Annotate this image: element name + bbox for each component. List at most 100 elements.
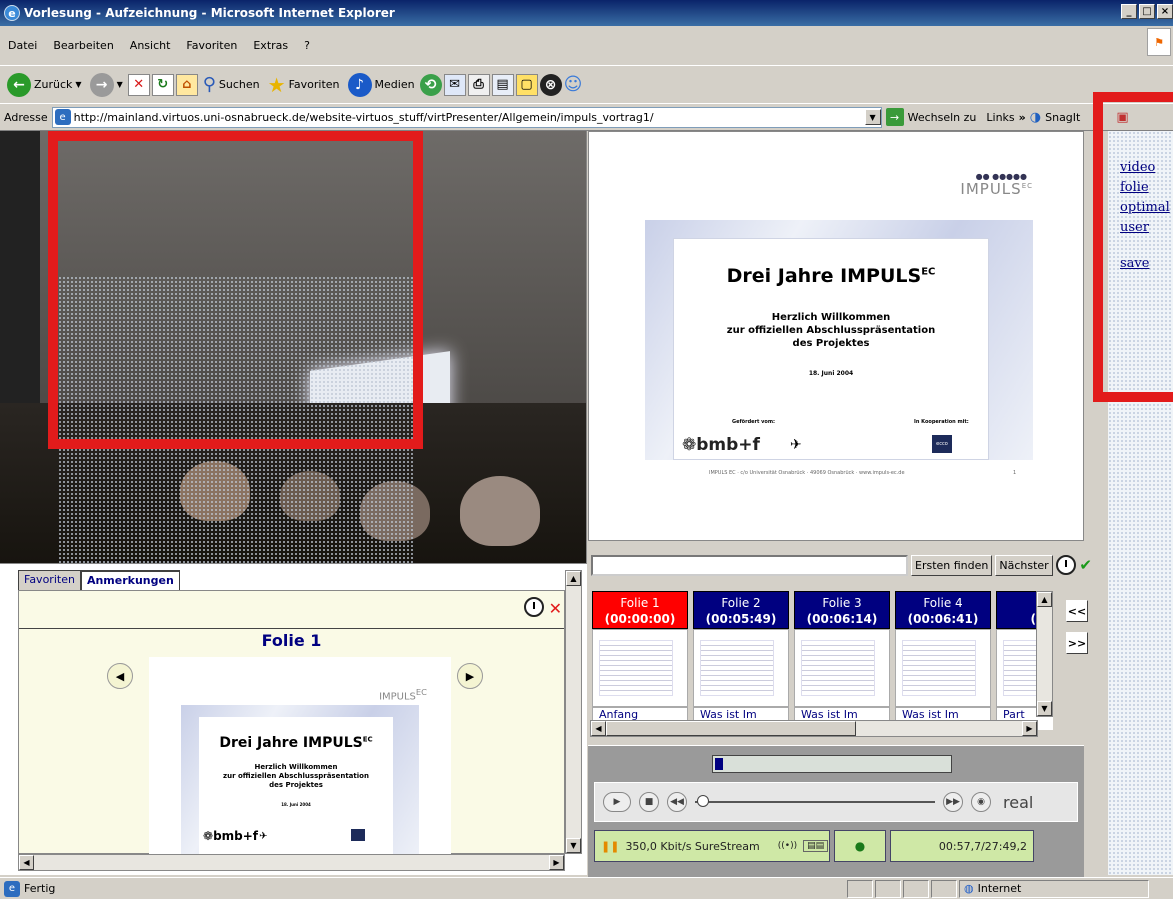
- notes-horizontal-scrollbar[interactable]: ◀ ▶: [18, 854, 565, 871]
- thumbnail-header[interactable]: Folie 1 (00:00:00): [592, 591, 688, 629]
- menu-tools[interactable]: Extras: [245, 39, 296, 52]
- menu-help[interactable]: ?: [296, 39, 318, 52]
- thumbnails-vertical-scrollbar[interactable]: ▲ ▼: [1036, 591, 1053, 717]
- prev-arrow-icon[interactable]: ◀: [107, 663, 133, 689]
- buffer-progress-bar[interactable]: [712, 755, 952, 773]
- clip-info-icon[interactable]: ▤▤: [803, 840, 829, 852]
- find-first-button[interactable]: Ersten finden: [911, 554, 993, 576]
- discuss-icon[interactable]: ▢: [515, 73, 538, 96]
- next-arrow-icon[interactable]: ▶: [457, 663, 483, 689]
- thumbnail-header[interactable]: Folie 3 (00:06:14): [794, 591, 890, 629]
- volume-icon[interactable]: ◉: [971, 792, 991, 812]
- slider-thumb[interactable]: [697, 795, 709, 807]
- thumbnail-header[interactable]: Folie 2 (00:05:49): [693, 591, 789, 629]
- rewind-icon[interactable]: ◀◀: [667, 792, 687, 812]
- menu-edit[interactable]: Bearbeiten: [45, 39, 121, 52]
- annotation-slide-preview: IMPULSEC Drei Jahre IMPULSEC Herzlich Wi…: [149, 657, 451, 855]
- edit-icon[interactable]: ▤: [491, 73, 514, 96]
- links-chevron[interactable]: »: [1019, 111, 1026, 124]
- snagit-icon[interactable]: ◑: [1030, 110, 1041, 125]
- refresh-icon[interactable]: ↻: [151, 73, 174, 96]
- favorites-button[interactable]: ★ Favoriten: [265, 71, 343, 99]
- search-row: Ersten finden Nächster ✔: [588, 551, 1108, 579]
- mail-icon[interactable]: ✉: [443, 73, 466, 96]
- slide-page-number: 1: [1013, 470, 1017, 476]
- back-button[interactable]: ← Zurück ▼: [4, 71, 85, 99]
- thumbnail-item[interactable]: Folie 3 (00:06:14) Was ist Im: [794, 591, 890, 730]
- scroll-left-arrow-icon[interactable]: ◀: [591, 721, 606, 736]
- clock-icon[interactable]: [524, 597, 544, 617]
- status-text: Fertig: [24, 882, 56, 895]
- find-next-button[interactable]: Nächster: [995, 554, 1054, 576]
- back-dropdown-icon[interactable]: ▼: [75, 80, 81, 89]
- thumbnail-item[interactable]: Folie 4 (00:06:41) Was ist Im: [895, 591, 991, 730]
- globe-icon: ◍: [964, 882, 974, 895]
- zone-cell: ◍ Internet: [959, 879, 1149, 898]
- menu-favorites[interactable]: Favoriten: [178, 39, 245, 52]
- menu-file[interactable]: Datei: [0, 39, 45, 52]
- print-icon[interactable]: ⎙: [467, 73, 490, 96]
- thumbnails-horizontal-scrollbar[interactable]: ◀ ▶: [590, 720, 1038, 737]
- snagit-button[interactable]: SnagIt: [1045, 111, 1080, 124]
- search-button[interactable]: ⚲ Suchen: [200, 72, 263, 97]
- address-dropdown-icon[interactable]: ▼: [864, 109, 881, 125]
- notes-vertical-scrollbar[interactable]: ▲ ▼: [565, 570, 582, 854]
- address-url[interactable]: http://mainland.virtuos.uni-osnabrueck.d…: [74, 111, 654, 124]
- highlight-frame-links: [1093, 92, 1173, 402]
- home-icon[interactable]: ⌂: [175, 73, 198, 96]
- slide-display: ●● ●●●●● IMPULSEC Drei Jahre IMPULSEC He…: [588, 131, 1084, 541]
- go-button[interactable]: Wechseln zu: [908, 111, 977, 124]
- go-arrow-icon[interactable]: →: [885, 108, 904, 126]
- close-button[interactable]: ×: [1157, 4, 1173, 19]
- thumbnail-item[interactable]: Folie 1 (00:00:00) Anfang: [592, 591, 688, 730]
- research-icon[interactable]: ⊗: [539, 73, 562, 96]
- audience-head: [460, 476, 540, 546]
- prev-slide-button[interactable]: <<: [1066, 600, 1088, 622]
- position-slider[interactable]: [695, 795, 935, 807]
- tab-favorites[interactable]: Favoriten: [18, 570, 81, 590]
- time-display: 00:57,7/27:49,2: [890, 830, 1034, 862]
- play-icon[interactable]: ▶: [603, 792, 631, 812]
- window-titlebar[interactable]: e Vorlesung - Aufzeichnung - Microsoft I…: [0, 0, 1173, 26]
- status-dot-icon: ●: [854, 839, 866, 853]
- thumbnail-item[interactable]: Folie 2 (00:05:49) Was ist Im: [693, 591, 789, 730]
- thumbnail-image[interactable]: [693, 629, 789, 707]
- thumbnail-image[interactable]: [592, 629, 688, 707]
- thumbnail-image[interactable]: [895, 629, 991, 707]
- maximize-button[interactable]: □: [1139, 4, 1155, 19]
- history-icon[interactable]: ⟲: [419, 73, 442, 96]
- close-annotation-icon[interactable]: ✕: [549, 599, 562, 618]
- slide-search-input[interactable]: [591, 554, 908, 576]
- scroll-right-arrow-icon[interactable]: ▶: [1022, 721, 1037, 736]
- search-icon: ⚲: [202, 74, 216, 95]
- forward-dropdown-icon[interactable]: ▼: [117, 80, 123, 89]
- thumbnail-header[interactable]: Folie 4 (00:06:41): [895, 591, 991, 629]
- media-button[interactable]: ♪ Medien: [345, 71, 418, 99]
- clock-icon[interactable]: [1056, 555, 1077, 575]
- page-icon: e: [54, 109, 71, 125]
- scroll-down-arrow-icon[interactable]: ▼: [566, 838, 581, 853]
- minimize-button[interactable]: _: [1121, 4, 1137, 19]
- scroll-down-arrow-icon[interactable]: ▼: [1037, 701, 1052, 716]
- messenger-icon[interactable]: ☺: [564, 74, 583, 95]
- fast-forward-icon[interactable]: ▶▶: [943, 792, 963, 812]
- mini-slide-title: Drei Jahre IMPULSEC: [219, 735, 373, 751]
- check-icon[interactable]: ✔: [1079, 556, 1092, 574]
- menu-view[interactable]: Ansicht: [122, 39, 179, 52]
- star-icon: ★: [267, 72, 286, 97]
- thumbnail-image[interactable]: [794, 629, 890, 707]
- menu-bar: Datei Bearbeiten Ansicht Favoriten Extra…: [0, 26, 1173, 66]
- forward-button[interactable]: → ▼: [87, 71, 126, 99]
- stop-icon[interactable]: ✕: [127, 73, 150, 96]
- media-label: Medien: [374, 78, 415, 91]
- scroll-up-arrow-icon[interactable]: ▲: [566, 571, 581, 586]
- stop-playback-icon[interactable]: ■: [639, 792, 659, 812]
- scroll-up-arrow-icon[interactable]: ▲: [1037, 592, 1052, 607]
- scroll-right-arrow-icon[interactable]: ▶: [549, 855, 564, 870]
- address-input[interactable]: e http://mainland.virtuos.uni-osnabrueck…: [51, 106, 882, 128]
- scroll-thumb[interactable]: [606, 721, 856, 736]
- scroll-left-arrow-icon[interactable]: ◀: [19, 855, 34, 870]
- links-label[interactable]: Links: [986, 111, 1014, 124]
- next-slide-button[interactable]: >>: [1066, 632, 1088, 654]
- tab-annotations[interactable]: Anmerkungen: [80, 570, 180, 590]
